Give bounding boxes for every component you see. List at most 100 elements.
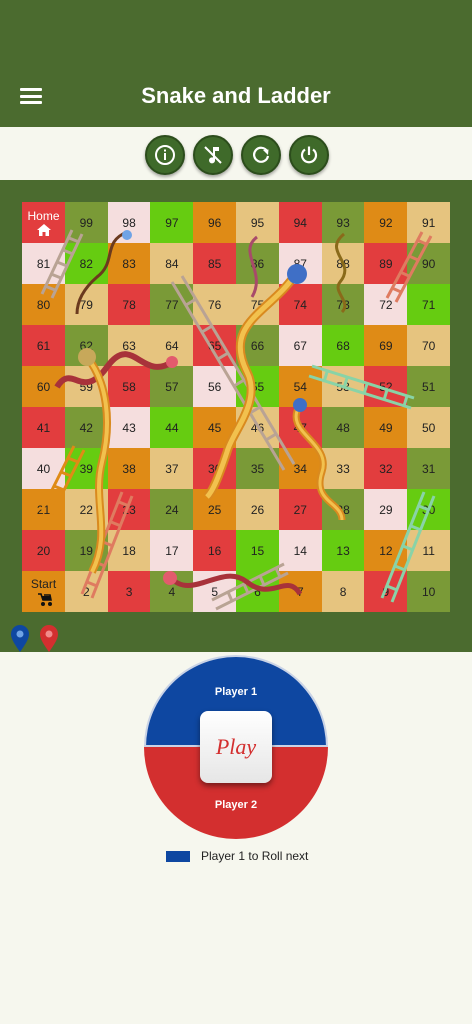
info-icon [155,145,175,165]
board-cell: 82 [64,243,108,284]
board-cell: 13 [321,530,365,571]
board-cell: 70 [407,325,451,366]
board-cell: 68 [321,325,365,366]
board-cell: 2 [64,571,108,612]
start-label: Start [30,576,57,591]
board-cell: 15 [236,530,279,571]
board-cell: 64 [150,325,194,366]
board-cell: 14 [278,530,322,571]
restart-button[interactable] [241,135,281,175]
board-cell: 16 [193,530,237,571]
board-cell: 26 [236,489,279,530]
play-dice-button[interactable]: Play [200,711,272,783]
app-title: Snake and Ladder [141,83,331,108]
board-cell: 19 [64,530,108,571]
board-cell: 33 [321,448,365,489]
toolbar [0,127,472,180]
board-cell: 95 [236,202,279,243]
board-cell: 92 [364,202,408,243]
board-cell: 45 [193,407,237,448]
board-cell: 63 [107,325,151,366]
board-cell: 73 [321,284,365,325]
board-cell: 85 [193,243,237,284]
board-cell: 24 [150,489,194,530]
music-off-icon [204,146,222,164]
board-cell: 60 [22,366,65,407]
mute-music-button[interactable] [193,135,233,175]
board-cell: 79 [64,284,108,325]
board-cell: 90 [407,243,451,284]
board-cell: 54 [278,366,322,407]
play-label: Play [215,734,257,759]
board-cell: 8 [321,571,365,612]
board-cell: 65 [193,325,237,366]
board-cell: 40 [22,448,65,489]
board-cell: 46 [236,407,279,448]
board-cell: 61 [22,325,65,366]
board-cell: 17 [150,530,194,571]
board-cell: 99 [64,202,108,243]
board-cell: 32 [364,448,408,489]
board-cell: 10 [407,571,451,612]
board-cell: 69 [364,325,408,366]
board-cell: 28 [321,489,365,530]
board-cell: 76 [193,284,237,325]
power-icon [300,146,318,164]
board-cell: 58 [107,366,151,407]
board-cell: 50 [407,407,451,448]
board-cell: 47 [278,407,322,448]
roll-area: Player 1 Player 2 Play [144,655,328,839]
home-label: Home [27,208,60,223]
board-cell: 57 [150,366,194,407]
board-cell: 72 [364,284,408,325]
board-cell: 22 [64,489,108,530]
board-cell: 39 [64,448,108,489]
board-cell: 77 [150,284,194,325]
board-cell: 25 [193,489,237,530]
board-cell: 55 [236,366,279,407]
board-cell: 11 [407,530,451,571]
board-cell: 56 [193,366,237,407]
board-cell: 4 [150,571,194,612]
board-cell: 94 [278,202,322,243]
board-cell: 3 [107,571,151,612]
board-cell: 18 [107,530,151,571]
board-cell: 52 [364,366,408,407]
board-cell: 98 [107,202,151,243]
board-cell: 38 [107,448,151,489]
power-button[interactable] [289,135,329,175]
board-cell: 75 [236,284,279,325]
board-frame: Home 99 98 97 96 95 94 93 92 91 81 82 83 84 85 86 87 88 89… [0,180,472,652]
board-cell: 71 [407,284,451,325]
board-cell: 62 [64,325,108,366]
board-cell: 88 [321,243,365,284]
board-cell: 80 [22,284,65,325]
board-cell: 91 [407,202,451,243]
board-cell: 41 [22,407,65,448]
player1-label: Player 1 [214,686,258,698]
info-button[interactable] [145,135,185,175]
board-cell: 35 [236,448,279,489]
turn-status: Player 1 to Roll next [166,848,308,864]
board-cell: 9 [364,571,408,612]
board-cell: 59 [64,366,108,407]
board-cell: 42 [64,407,108,448]
board-cell: 74 [278,284,322,325]
board-cell: 67 [278,325,322,366]
stroller-icon [37,592,52,606]
board-cell: 96 [193,202,237,243]
board-cell: 37 [150,448,194,489]
home-icon [36,223,51,236]
board-cell: 43 [107,407,151,448]
board-cell: 7 [278,571,322,612]
board-cell: 83 [107,243,151,284]
player2-label: Player 2 [214,799,258,811]
board-cell: 97 [150,202,194,243]
board-cell: 12 [364,530,408,571]
game-board[interactable]: Home 99 98 97 96 95 94 93 92 91 81 82 83 84 85 86 87 88 89… [22,202,451,612]
board-cell: 34 [278,448,322,489]
board-cell: 36 [193,448,237,489]
start-cell: Start [22,571,65,612]
board-cell: 30 [407,489,451,530]
home-cell: Home [22,202,65,243]
